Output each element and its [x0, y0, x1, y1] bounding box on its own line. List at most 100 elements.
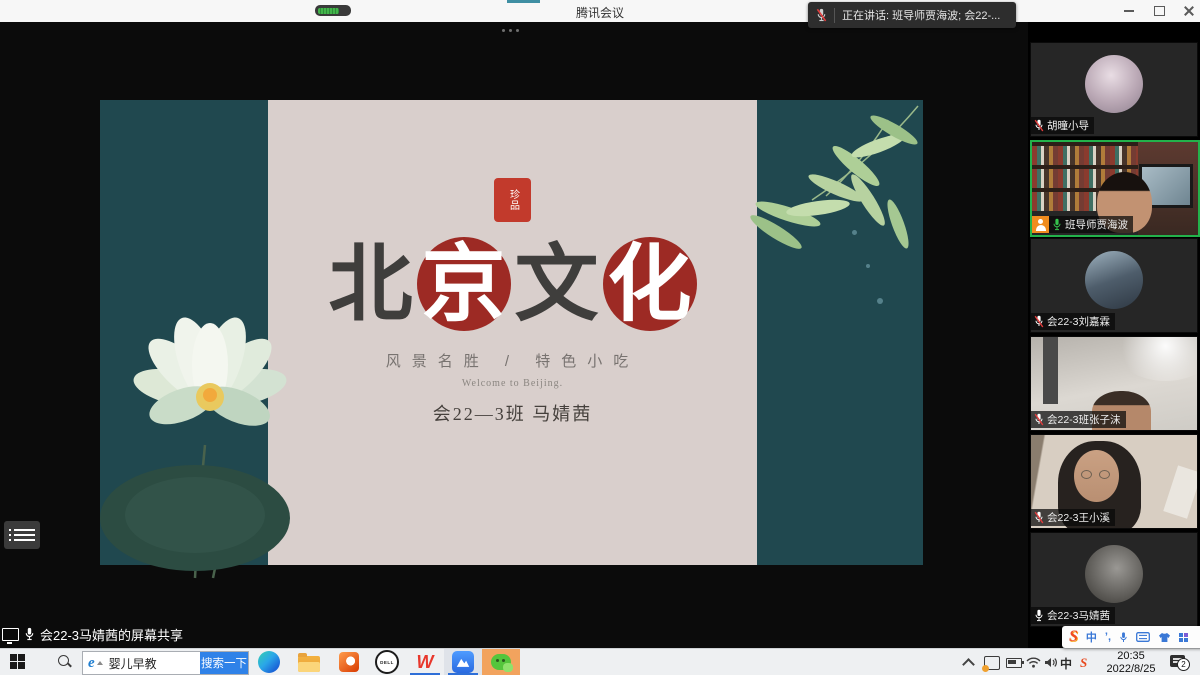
taskbar-dell-button[interactable]: DELL [368, 649, 406, 675]
mic-muted-icon [1034, 119, 1044, 132]
bubble-dot [852, 230, 857, 235]
windows-taskbar: e 婴儿早教 搜索一下 DELL W [0, 648, 1200, 675]
participant-name: 会22-3王小溪 [1047, 510, 1110, 525]
mic-muted-icon [816, 8, 827, 22]
slide-title: 北 京 文 化 [268, 228, 757, 340]
taskbar-wechat-button[interactable] [482, 649, 520, 675]
title-char-dark: 文 [515, 237, 599, 331]
bamboo-leaves-illustration [728, 104, 926, 272]
participant-name: 会22-3马婧茜 [1047, 608, 1110, 623]
title-char-red-circle: 京 [417, 237, 511, 331]
participants-sidebar: 胡曈小导 [1028, 22, 1200, 648]
participant-nametag: 胡曈小导 [1031, 117, 1094, 134]
taskbar-office-button[interactable] [330, 649, 368, 675]
volume-icon[interactable] [1044, 657, 1057, 668]
slide-subtitle: 风景名胜 / 特色小吃 [268, 350, 757, 371]
wechat-icon [491, 654, 511, 670]
taskbar-search-icon[interactable] [58, 655, 72, 669]
taskbar-clock[interactable]: 20:35 2022/8/25 [1100, 650, 1162, 675]
participant-name: 会22-3刘嘉霖 [1047, 314, 1110, 329]
title-char-red-circle: 化 [603, 237, 697, 331]
taskbar-search-box[interactable]: e 婴儿早教 搜索一下 [82, 651, 249, 675]
ime-language-indicator[interactable]: 中 [1060, 655, 1072, 672]
toolbar-handle-dots[interactable] [502, 29, 519, 32]
voice-input-icon[interactable] [1119, 631, 1128, 644]
window-edge [1043, 337, 1058, 404]
taskbar-meeting-button[interactable] [444, 649, 482, 675]
host-badge-icon [1032, 216, 1049, 233]
screen-share-banner-text: 会22-3马婧茜的屏幕共享 [40, 625, 183, 644]
minimize-icon [1124, 10, 1134, 12]
toast-divider [834, 8, 835, 23]
slide-welcome-text: Welcome to Beijing. [268, 378, 757, 389]
clock-time: 20:35 [1100, 650, 1162, 663]
participant-nametag: 会22-3班张子沫 [1031, 411, 1126, 428]
lotus-flower-illustration [95, 300, 310, 580]
participant-tile-active-speaker[interactable]: 班导师贾海波 [1030, 140, 1200, 237]
speaking-toast-text: 正在讲话: 班导师贾海波; 会22-... [842, 7, 1000, 23]
participant-tile[interactable]: 会22-3班张子沫 [1030, 336, 1198, 431]
participant-nametag: 班导师贾海波 [1049, 216, 1133, 233]
sogou-tray-icon[interactable]: S [1080, 655, 1087, 671]
window-title: 腾讯会议 [0, 4, 1200, 21]
toolbox-grid-icon[interactable] [1179, 633, 1188, 642]
seal-text: 珍品 [508, 189, 518, 211]
start-button[interactable] [10, 654, 25, 669]
search-go-button[interactable]: 搜索一下 [200, 652, 248, 674]
file-explorer-icon [298, 656, 320, 672]
participant-nametag: 会22-3王小溪 [1031, 509, 1115, 526]
participant-nametag: 会22-3马婧茜 [1031, 607, 1115, 624]
wps-icon: W [417, 652, 434, 673]
avatar [1085, 251, 1143, 309]
participant-name: 会22-3班张子沫 [1047, 412, 1121, 427]
sogou-ime-toolbar[interactable]: S 中 ’, [1062, 626, 1200, 648]
top-teal-indicator [507, 0, 540, 3]
tray-overflow-chevron-icon[interactable] [962, 658, 975, 671]
maximize-icon [1154, 6, 1165, 16]
shared-screen-stage: 珍品 北 京 文 化 风景名胜 / 特色小吃 Welcome to Beijin… [0, 22, 1200, 648]
mic-muted-icon [1034, 315, 1044, 328]
browser-e-logo-icon: e [88, 655, 95, 672]
maximize-button[interactable] [1144, 0, 1174, 22]
close-button[interactable] [1174, 0, 1200, 22]
taskbar-edge-button[interactable] [250, 649, 288, 675]
close-icon [1183, 5, 1195, 17]
mic-muted-icon [1034, 413, 1044, 426]
tray-tablet-icon[interactable] [984, 656, 1000, 670]
tencent-meeting-icon [452, 651, 474, 673]
notification-badge: 2 [1177, 658, 1190, 671]
participant-tile[interactable]: 会22-3马婧茜 [1030, 532, 1198, 627]
action-center-icon[interactable]: 2 [1170, 655, 1185, 667]
punctuation-icon[interactable]: ’, [1105, 631, 1111, 643]
sidebar-expand-button[interactable] [4, 521, 40, 549]
tencent-meeting-window: 腾讯会议 正在讲话: 班导师贾海波; 会22-... 珍品 北 [0, 0, 1200, 675]
title-char-dark: 北 [328, 237, 412, 331]
title-bar[interactable]: 腾讯会议 [0, 0, 1200, 23]
ime-mode-chinese[interactable]: 中 [1086, 629, 1097, 645]
mic-on-icon [24, 627, 35, 641]
wifi-icon[interactable] [1026, 657, 1041, 668]
participant-tile[interactable]: 胡曈小导 [1030, 42, 1198, 137]
taskbar-explorer-button[interactable] [290, 649, 328, 675]
slide-author: 会22—3班 马婧茜 [268, 400, 757, 426]
dell-icon: DELL [375, 650, 399, 674]
skin-shirt-icon[interactable] [1158, 632, 1171, 643]
search-query-text[interactable]: 婴儿早教 [109, 655, 157, 672]
battery-icon[interactable] [1006, 658, 1022, 668]
avatar [1085, 55, 1143, 113]
edge-browser-icon [258, 651, 280, 673]
speaking-toast[interactable]: 正在讲话: 班导师贾海波; 会22-... [808, 2, 1016, 28]
clock-date: 2022/8/25 [1100, 663, 1162, 675]
soft-keyboard-icon[interactable] [1136, 632, 1150, 642]
sogou-logo-icon[interactable]: S [1069, 628, 1078, 646]
mic-active-icon [1052, 218, 1062, 231]
caret-up-icon [97, 661, 103, 665]
bubble-dot [866, 264, 870, 268]
participant-tile[interactable]: 会22-3王小溪 [1030, 434, 1198, 529]
screen-share-icon [2, 628, 19, 641]
taskbar-wps-button[interactable]: W [406, 649, 444, 675]
participant-name: 胡曈小导 [1047, 118, 1089, 133]
participant-tile[interactable]: 会22-3刘嘉霖 [1030, 238, 1198, 333]
minimize-button[interactable] [1114, 0, 1144, 22]
mic-muted-icon [1034, 511, 1044, 524]
